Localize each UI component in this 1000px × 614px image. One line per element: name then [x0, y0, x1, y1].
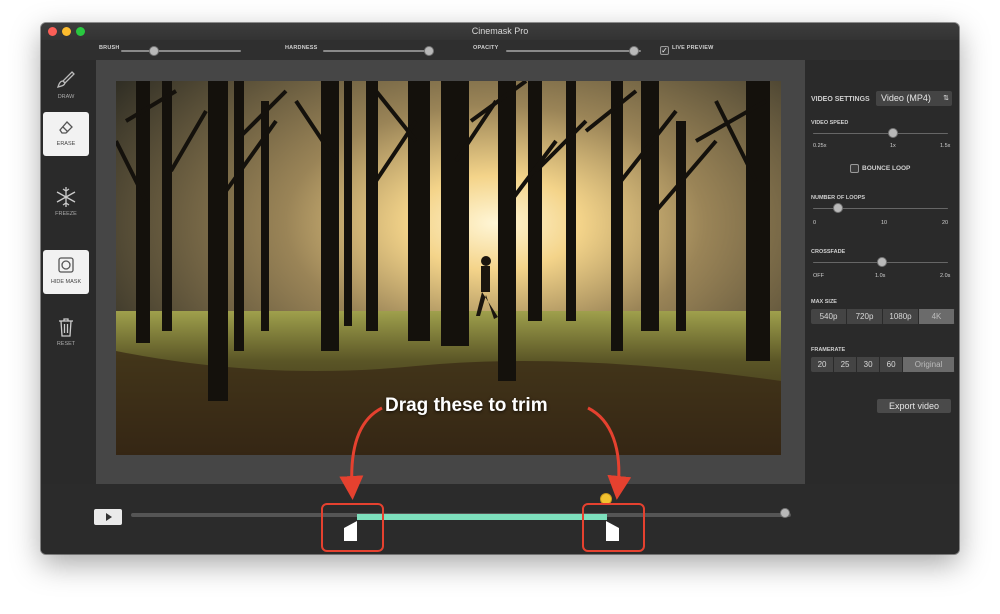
video-settings-panel: VIDEO SETTINGS Video (MP4) ⇅ VIDEO SPEED… [805, 60, 959, 484]
loops-tick-max: 20 [942, 220, 949, 226]
fps-option-original[interactable]: Original [903, 357, 955, 372]
framerate-segmented: 20 25 30 60 Original [811, 357, 955, 372]
speed-tick-max: 1.5x [940, 143, 951, 149]
chevron-updown-icon: ⇅ [943, 95, 949, 102]
export-video-button[interactable]: Export video [877, 399, 951, 413]
hardness-slider[interactable] [323, 50, 433, 52]
max-size-label: MAX SIZE [811, 299, 837, 305]
opacity-label: OPACITY [473, 45, 499, 51]
live-preview-label: LIVE PREVIEW [672, 45, 714, 51]
erase-tool-label: ERASE [56, 141, 76, 147]
trim-range [357, 514, 607, 520]
eraser-icon [43, 117, 89, 137]
bounce-loop-label: BOUNCE LOOP [862, 165, 911, 172]
video-speed-knob[interactable] [888, 128, 898, 138]
video-speed-slider[interactable] [813, 133, 948, 134]
size-option-720p[interactable]: 720p [847, 309, 883, 324]
opacity-slider[interactable] [506, 50, 641, 52]
crossfade-tick-mid: 1.0s [875, 273, 886, 279]
max-size-segmented: 540p 720p 1080p 4K [811, 309, 955, 324]
format-dropdown[interactable]: Video (MP4) ⇅ [876, 91, 952, 106]
fps-option-25[interactable]: 25 [834, 357, 858, 372]
framerate-label: FRAMERATE [811, 347, 846, 353]
play-button[interactable] [94, 509, 122, 525]
loops-label: NUMBER OF LOOPS [811, 195, 866, 201]
fps-option-60[interactable]: 60 [880, 357, 904, 372]
freeze-tool-label: FREEZE [55, 211, 77, 217]
loops-tick-mid: 10 [881, 220, 888, 226]
right-arrow [587, 406, 632, 500]
erase-tool[interactable]: ERASE [43, 112, 89, 156]
draw-tool[interactable]: DRAW [43, 65, 89, 109]
hardness-slider-knob[interactable] [424, 46, 434, 56]
speed-tick-min: 0.25x [813, 143, 827, 149]
trash-icon [43, 317, 89, 337]
left-arrow [339, 406, 383, 500]
tool-sidebar: DRAW ERASE FREEZE HIDE MASK RESET [41, 60, 96, 554]
size-option-1080p[interactable]: 1080p [883, 309, 919, 324]
snowflake-icon [43, 187, 89, 207]
crossfade-tick-min: OFF [813, 273, 824, 279]
size-option-540p[interactable]: 540p [811, 309, 847, 324]
live-preview-checkbox[interactable]: ✓ [660, 46, 669, 55]
opacity-slider-knob[interactable] [629, 46, 639, 56]
trim-end-highlight [582, 503, 645, 552]
loops-tick-min: 0 [813, 220, 817, 226]
fps-option-30[interactable]: 30 [857, 357, 881, 372]
bounce-loop-checkbox[interactable] [850, 164, 859, 173]
draw-tool-label: DRAW [57, 94, 75, 100]
hide-mask-tool[interactable]: HIDE MASK [43, 250, 89, 294]
annotation-text: Drag these to trim [385, 395, 548, 416]
size-option-4k[interactable]: 4K [919, 309, 955, 324]
brush-toolbar: BRUSH HARDNESS OPACITY ✓ LIVE PREVIEW [41, 40, 959, 60]
freeze-tool[interactable]: FREEZE [43, 182, 89, 226]
fps-option-20[interactable]: 20 [811, 357, 835, 372]
brush-slider-knob[interactable] [149, 46, 159, 56]
mask-icon [43, 255, 89, 275]
brush-icon [43, 70, 89, 90]
playhead-end-knob[interactable] [780, 508, 790, 518]
title-bar: Cinemask Pro [41, 23, 959, 40]
video-speed-label: VIDEO SPEED [811, 120, 849, 126]
hide-mask-tool-label: HIDE MASK [50, 279, 82, 285]
reset-tool-label: RESET [56, 341, 76, 347]
speed-tick-mid: 1x [890, 143, 896, 149]
trim-start-highlight [321, 503, 384, 552]
format-value: Video (MP4) [881, 93, 931, 103]
brush-label: BRUSH [99, 45, 120, 51]
play-icon [106, 513, 112, 521]
crossfade-tick-max: 2.0s [940, 273, 951, 279]
crossfade-knob[interactable] [877, 257, 887, 267]
loops-knob[interactable] [833, 203, 843, 213]
brush-slider[interactable] [121, 50, 241, 52]
crossfade-label: CROSSFADE [811, 249, 846, 255]
hardness-label: HARDNESS [285, 45, 318, 51]
settings-title: VIDEO SETTINGS [811, 96, 870, 103]
reset-tool[interactable]: RESET [43, 312, 89, 356]
window-title: Cinemask Pro [471, 26, 529, 36]
